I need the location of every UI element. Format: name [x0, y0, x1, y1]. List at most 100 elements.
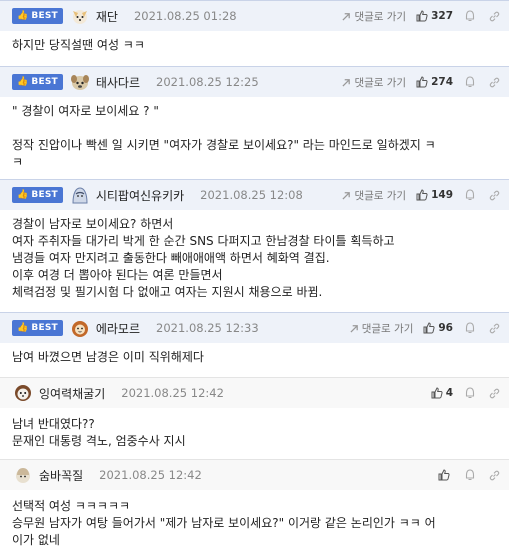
best-label: BEST: [31, 77, 58, 87]
thumbs-up-icon: [438, 469, 450, 481]
report-icon[interactable]: [463, 321, 477, 335]
report-icon[interactable]: [463, 468, 477, 482]
best-label: BEST: [31, 11, 58, 21]
upvote-button[interactable]: 149: [416, 189, 453, 201]
comment-date: 2021.08.25 12:25: [156, 75, 259, 89]
comment-line: 문재인 대통령 격노, 엄중수사 지시: [12, 434, 186, 448]
thumbs-up-icon: [416, 10, 428, 22]
comment-line: 남녀 반대였다??: [12, 417, 95, 431]
reply-label: 댓글로 가기: [354, 76, 407, 89]
upvote-button[interactable]: 274: [416, 76, 453, 88]
reply-arrow-icon: [350, 324, 358, 333]
comment-body: 경찰이 남자로 보이세요? 하면서 여자 주취자들 대가리 박게 한 순간 SN…: [0, 210, 509, 313]
reply-link[interactable]: 댓글로 가기: [342, 9, 406, 24]
avatar[interactable]: [69, 71, 91, 93]
reply-label: 댓글로 가기: [354, 10, 407, 23]
comment-list: 👍 BEST 재단 2021.08.25 01:28 댓글로 가기 327 하지만…: [0, 0, 509, 556]
best-badge: 👍 BEST: [12, 320, 63, 336]
comment-date: 2021.08.25 12:08: [200, 188, 303, 202]
reply-link[interactable]: 댓글로 가기: [342, 75, 406, 90]
comment-line: 냄경들 여자 만지려고 출동한다 빼애애애액 하면서 혜화역 결집.: [12, 251, 330, 265]
thumbs-up-icon: [423, 322, 435, 334]
comment-item: 👍 BEST 에라모르 2021.08.25 12:33 댓글로 가기 96 남여…: [0, 312, 509, 377]
comment-header: 👍 BEST 재단 2021.08.25 01:28 댓글로 가기 327: [0, 0, 509, 31]
comment-line: 경찰이 남자로 보이세요? 하면서: [12, 217, 174, 231]
link-icon[interactable]: [487, 75, 501, 89]
comment-nickname[interactable]: 에라모르: [96, 320, 140, 337]
reply-label: 댓글로 가기: [361, 322, 414, 335]
best-label: BEST: [31, 190, 58, 200]
thumbs-up-icon: 👍: [17, 77, 29, 87]
comment-header: 👍 BEST 시티팝여신유키카 2021.08.25 12:08 댓글로 가기 1…: [0, 179, 509, 210]
thumbs-up-icon: 👍: [17, 323, 29, 333]
comment-line: 승무원 남자가 여탕 들어가서 "제가 남자로 보이세요?" 이거랑 같은 논리…: [12, 516, 436, 530]
comment-nickname[interactable]: 잉여력채굴기: [39, 385, 105, 402]
comment-line: 하지만 당직설땐 여성 ㅋㅋ: [12, 38, 145, 52]
comment-line: 남여 바꼈으면 남경은 이미 직위해제다: [12, 350, 204, 364]
upvote-count: 274: [431, 76, 453, 88]
reply-arrow-icon: [342, 12, 351, 21]
upvote-count: 96: [438, 322, 453, 334]
thumbs-up-icon: [416, 76, 428, 88]
comment-header: 숨바꼭질 2021.08.25 12:42: [0, 459, 509, 490]
best-badge: 👍 BEST: [12, 8, 63, 24]
avatar[interactable]: [12, 382, 34, 404]
comment-line: " 경찰이 여자로 보이세요 ? ": [12, 104, 159, 118]
comment-item: 👍 BEST 재단 2021.08.25 01:28 댓글로 가기 327 하지만…: [0, 0, 509, 66]
comment-date: 2021.08.25 12:42: [121, 386, 224, 400]
comment-header: 잉여력채굴기 2021.08.25 12:42 4: [0, 377, 509, 408]
avatar[interactable]: [69, 5, 91, 27]
best-label: BEST: [31, 323, 58, 333]
comment-line: 여자 주취자들 대가리 박게 한 순간 SNS 다퍼지고 한남경찰 타이틀 획득…: [12, 234, 395, 248]
comment-body: 선택적 여성 ㅋㅋㅋㅋㅋ 승무원 남자가 여탕 들어가서 "제가 남자로 보이세…: [0, 490, 509, 556]
upvote-button[interactable]: [438, 469, 453, 481]
best-badge: 👍 BEST: [12, 187, 63, 203]
comment-body: 남여 바꼈으면 남경은 이미 직위해제다: [0, 343, 509, 378]
reply-link[interactable]: 댓글로 가기: [350, 321, 414, 336]
report-icon[interactable]: [463, 9, 477, 23]
thumbs-up-icon: 👍: [17, 190, 29, 200]
comment-item: 👍 BEST 태사다르 2021.08.25 12:25 댓글로 가기 274 "…: [0, 66, 509, 179]
comment-item: 잉여력채굴기 2021.08.25 12:42 4 남녀 반대였다?? 문재인 …: [0, 377, 509, 459]
avatar[interactable]: [12, 464, 34, 486]
comment-line: ㅋ: [12, 155, 24, 169]
link-icon[interactable]: [487, 468, 501, 482]
reply-label: 댓글로 가기: [354, 189, 407, 202]
upvote-button[interactable]: 327: [416, 10, 453, 22]
comment-nickname[interactable]: 태사다르: [96, 74, 140, 91]
comment-item: 숨바꼭질 2021.08.25 12:42 선택적 여성 ㅋㅋㅋㅋㅋ 승무원 남…: [0, 459, 509, 556]
upvote-count: 327: [431, 10, 453, 22]
link-icon[interactable]: [487, 188, 501, 202]
report-icon[interactable]: [463, 188, 477, 202]
comment-date: 2021.08.25 01:28: [133, 9, 237, 23]
link-icon[interactable]: [487, 321, 501, 335]
comment-line: [12, 120, 497, 137]
comment-date: 2021.08.25 12:42: [99, 468, 202, 482]
comment-line: 선택적 여성 ㅋㅋㅋㅋㅋ: [12, 499, 131, 513]
comment-nickname[interactable]: 재단: [96, 8, 118, 25]
link-icon[interactable]: [487, 9, 501, 23]
thumbs-up-icon: [431, 387, 443, 399]
comment-nickname[interactable]: 시티팝여신유키카: [96, 187, 184, 204]
comment-line: 체력검정 및 필기시험 다 없애고 여자는 지원시 채용으로 바뀜.: [12, 285, 323, 299]
upvote-count: 149: [431, 189, 453, 201]
upvote-button[interactable]: 4: [431, 387, 453, 399]
best-badge: 👍 BEST: [12, 74, 63, 90]
comment-line: 정작 진압이나 빡센 일 시키면 "여자가 경찰로 보이세요?" 라는 마인드로…: [12, 138, 436, 152]
comment-body: 하지만 당직설땐 여성 ㅋㅋ: [0, 31, 509, 66]
thumbs-up-icon: 👍: [17, 11, 29, 21]
comment-date: 2021.08.25 12:33: [156, 321, 259, 335]
avatar[interactable]: [69, 184, 91, 206]
upvote-button[interactable]: 96: [423, 322, 453, 334]
comment-nickname[interactable]: 숨바꼭질: [39, 467, 83, 484]
reply-arrow-icon: [342, 191, 351, 200]
thumbs-up-icon: [416, 189, 428, 201]
report-icon[interactable]: [463, 386, 477, 400]
comment-body: " 경찰이 여자로 보이세요 ? " 정작 진압이나 빡센 일 시키면 "여자가…: [0, 97, 509, 183]
link-icon[interactable]: [487, 386, 501, 400]
reply-arrow-icon: [342, 78, 351, 87]
comment-header: 👍 BEST 태사다르 2021.08.25 12:25 댓글로 가기 274: [0, 66, 509, 97]
reply-link[interactable]: 댓글로 가기: [342, 188, 406, 203]
report-icon[interactable]: [463, 75, 477, 89]
avatar[interactable]: [69, 317, 91, 339]
